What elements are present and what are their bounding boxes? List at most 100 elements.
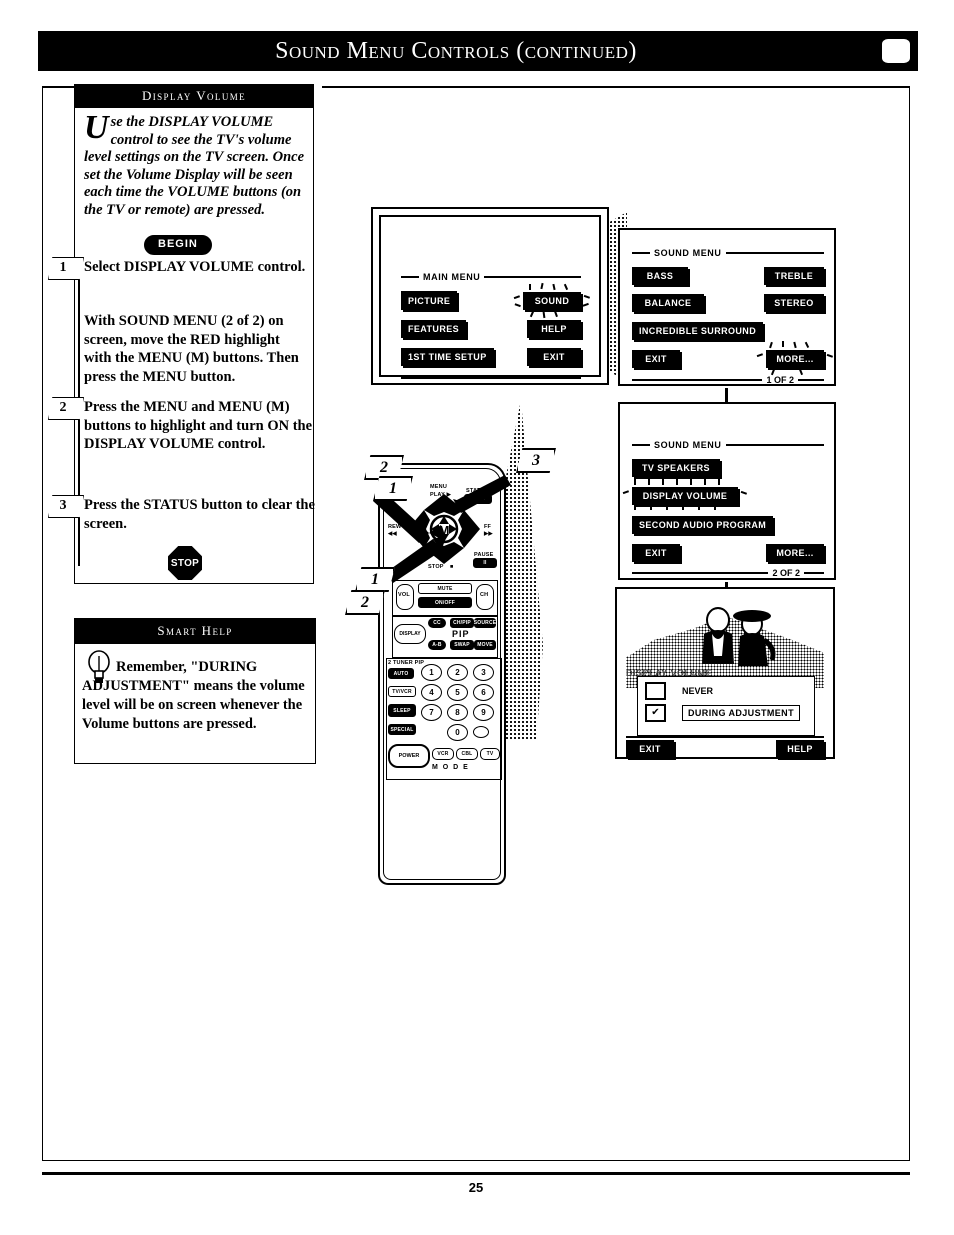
step-3-text: Press the STATUS button to clear the scr… [84,497,315,532]
sound-menu-1-osd: SOUND MENU BASS TREBLE BALANCE STEREO IN… [632,248,834,385]
keypad-key-9[interactable]: 9 [473,704,494,721]
remote-mode-vcr-label: VCR [437,751,449,757]
keypad-key-2[interactable]: 2 [447,664,468,681]
sound-1-exit-button[interactable]: EXIT [632,349,680,368]
remote-mode-vcr-button[interactable]: VCR [432,748,454,760]
sound-item-display-volume-wrap: DISPLAY VOLUME [622,479,748,510]
keypad-key-8-label: 8 [455,708,460,717]
sound-item-stereo[interactable]: STEREO [764,294,824,312]
keypad-key-extra[interactable] [473,726,489,738]
page-number: 25 [468,1180,484,1195]
remote-label-pip: PIP [452,629,470,639]
sound-item-tv-speakers[interactable]: TV SPEAKERS [632,459,720,477]
step-1: 1 Select DISPLAY VOLUME control. [48,257,316,280]
remote-mode-tv-button[interactable]: TV [480,748,500,760]
callout-1-lower-label: 1 [371,570,379,588]
display-volume-actions: EXIT HELP [626,740,824,758]
sound-menu-2-title: SOUND MENU [654,440,722,450]
menu-item-1st-time-setup[interactable]: 1ST TIME SETUP [401,348,494,366]
keypad-key-1-label: 1 [429,668,434,677]
keypad-key-3[interactable]: 3 [473,664,494,681]
remote-mode-tv-label: TV [486,751,494,757]
remote-source-button[interactable]: SOURCE [474,618,496,628]
sound-item-bass[interactable]: BASS [632,267,688,285]
keypad-key-5[interactable]: 5 [447,684,468,701]
remote-power-button[interactable]: POWER [388,744,430,768]
display-volume-help-button[interactable]: HELP [776,740,824,758]
keypad-key-8[interactable]: 8 [447,704,468,721]
sound-menu-2-osd: SOUND MENU TV SPEAKERS DISPLAY VOLUME SE… [622,440,824,578]
remote-swap-label: SWAP [454,642,470,648]
keypad-key-7[interactable]: 7 [421,704,442,721]
sound-item-incredible-surround[interactable]: INCREDIBLE SURROUND [632,322,764,340]
menu-item-sound-wrap: SOUND [513,282,591,319]
sound-item-display-volume[interactable]: DISPLAY VOLUME [632,487,738,505]
sound-item-balance[interactable]: BALANCE [632,294,704,312]
sound-item-treble[interactable]: TREBLE [764,267,824,285]
checkbox-during-adjustment[interactable]: ✔ [645,704,666,723]
main-menu-osd: MAIN MENU PICTURE SOUND FEATURES HELP 1S… [401,272,591,379]
stop-badge-label: STOP [170,557,200,569]
remote-power-label: POWER [398,753,420,759]
page-title: Sound Menu Controls (continued) [275,37,637,64]
callout-2-lower-label: 2 [361,593,369,611]
checkbox-never-label: NEVER [682,686,714,697]
people-illustration [702,607,776,666]
smart-help-title: Smart Help [157,623,233,638]
callout-1-upper: 1 [373,476,413,501]
remote-cc-button[interactable]: CC [428,618,446,628]
tv-screen-icon [874,31,918,71]
remote-auto-button[interactable]: AUTO [388,668,414,679]
remote-label-2-tuner-pip: 2 TUNER PIP [388,660,425,666]
sound-1-more-button[interactable]: MORE... [766,350,824,368]
menu-item-exit[interactable]: EXIT [527,348,581,366]
menu-item-help[interactable]: HELP [527,320,581,338]
remote-ab-label: A-B [432,642,442,648]
keypad-key-7-label: 7 [429,708,434,717]
step-3: 3 Press the STATUS button to clear the s… [48,495,316,533]
callout-2-lower: 2 [345,590,385,615]
menu-item-features[interactable]: FEATURES [401,320,467,338]
main-menu-title-row: MAIN MENU [401,272,581,282]
sound-item-second-audio-program[interactable]: SECOND AUDIO PROGRAM [632,516,774,534]
keypad-key-5-label: 5 [455,688,460,697]
remote-special-button[interactable]: SPECIAL [388,724,416,735]
display-volume-exit-button[interactable]: EXIT [626,740,674,758]
remote-tvvcr-label: TV/VCR [392,688,412,695]
sound-menu-1-title-row: SOUND MENU [632,248,824,258]
frame-top-rule-right [322,86,910,88]
menu-item-sound[interactable]: SOUND [523,292,581,310]
remote-tvvcr-button[interactable]: TV/VCR [388,686,416,697]
keypad-key-0[interactable]: 0 [447,724,468,741]
intro-paragraph: Use the DISPLAY VOLUME control to see th… [84,111,306,219]
keypad-key-4[interactable]: 4 [421,684,442,701]
display-volume-option-during-adjustment[interactable]: ✔ DURING ADJUSTMENT [645,704,809,723]
keypad-key-6[interactable]: 6 [473,684,494,701]
checkbox-never[interactable] [645,682,666,701]
begin-badge: BEGIN [144,234,212,255]
step-2: 2 Press the MENU and MENU (M) buttons to… [48,397,316,454]
footer-rule [42,1172,910,1175]
display-volume-option-never[interactable]: NEVER [645,682,809,701]
step-3-number: 3 [59,497,67,513]
step-1-text: Select DISPLAY VOLUME control. [84,259,306,275]
step-1-detail: With SOUND MENU (2 of 2) on screen, move… [84,313,299,385]
instruction-card-title-bar: Display Volume [74,84,314,108]
remote-ab-button[interactable]: A-B [428,640,446,650]
keypad-key-1[interactable]: 1 [421,664,442,681]
remote-swap-button[interactable]: SWAP [450,640,474,650]
menu-item-picture[interactable]: PICTURE [401,291,458,310]
sound-2-more-button[interactable]: MORE... [766,544,824,562]
step-1-number: 1 [59,259,67,275]
remote-chpip-button[interactable]: CH/PIP [450,618,474,628]
check-mark-icon: ✔ [651,707,660,719]
remote-mode-cbl-button[interactable]: CBL [456,748,478,760]
remote-display-button[interactable]: DISPLAY [394,624,426,644]
remote-chpip-label: CH/PIP [453,620,471,626]
callout-1-upper-label: 1 [389,479,397,497]
step-2-text: Press the MENU and MENU (M) buttons to h… [84,399,313,452]
sound-2-exit-button[interactable]: EXIT [632,544,680,562]
remote-sleep-button[interactable]: SLEEP [388,704,416,717]
begin-badge-label: BEGIN [144,235,212,255]
remote-move-button[interactable]: MOVE [474,640,496,650]
